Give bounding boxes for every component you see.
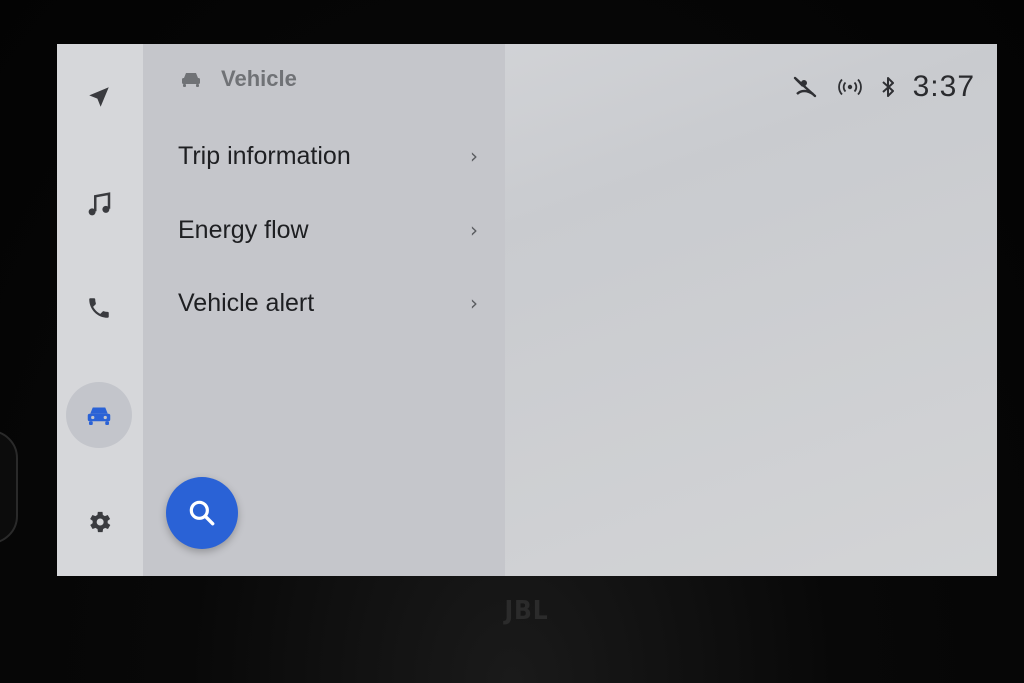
wireless-signal-icon bbox=[837, 78, 862, 96]
bluetooth-icon bbox=[881, 77, 894, 97]
infotainment-screen: Vehicle Trip information › Energy flow ›… bbox=[57, 44, 997, 576]
panel-header: Vehicle bbox=[179, 66, 297, 92]
menu-item-label: Energy flow bbox=[178, 215, 309, 244]
rail-item-settings[interactable] bbox=[66, 489, 132, 555]
search-icon bbox=[189, 500, 215, 526]
car-icon bbox=[87, 407, 111, 425]
brand-logo: JBL bbox=[504, 596, 549, 626]
status-bar: 3:37 bbox=[791, 70, 975, 104]
search-button[interactable] bbox=[166, 477, 238, 549]
navigation-arrow-icon bbox=[89, 87, 109, 107]
menu-item-label: Vehicle alert bbox=[178, 288, 315, 317]
gear-icon bbox=[90, 511, 111, 533]
phone-icon bbox=[89, 298, 109, 318]
rail-item-navigation[interactable] bbox=[66, 64, 132, 130]
mic-muted-icon bbox=[793, 76, 816, 98]
volume-knob[interactable] bbox=[0, 430, 18, 544]
clock: 3:37 bbox=[912, 70, 975, 103]
menu-item-vehicle-alert[interactable]: Vehicle alert › bbox=[178, 278, 478, 328]
nav-rail bbox=[57, 44, 143, 576]
rail-item-vehicle[interactable] bbox=[66, 382, 132, 448]
chevron-right-icon: › bbox=[470, 291, 478, 315]
rail-item-music[interactable] bbox=[66, 172, 132, 238]
menu-item-energy-flow[interactable]: Energy flow › bbox=[178, 205, 478, 255]
chevron-right-icon: › bbox=[470, 144, 478, 168]
music-note-icon bbox=[88, 192, 111, 216]
car-icon bbox=[182, 73, 200, 87]
rail-item-phone[interactable] bbox=[66, 275, 132, 341]
head-unit-bezel: Vehicle Trip information › Energy flow ›… bbox=[0, 0, 1024, 683]
menu-item-trip-information[interactable]: Trip information › bbox=[178, 131, 478, 181]
chevron-right-icon: › bbox=[470, 218, 478, 242]
menu-item-label: Trip information bbox=[178, 141, 351, 170]
panel-title: Vehicle bbox=[221, 66, 297, 91]
